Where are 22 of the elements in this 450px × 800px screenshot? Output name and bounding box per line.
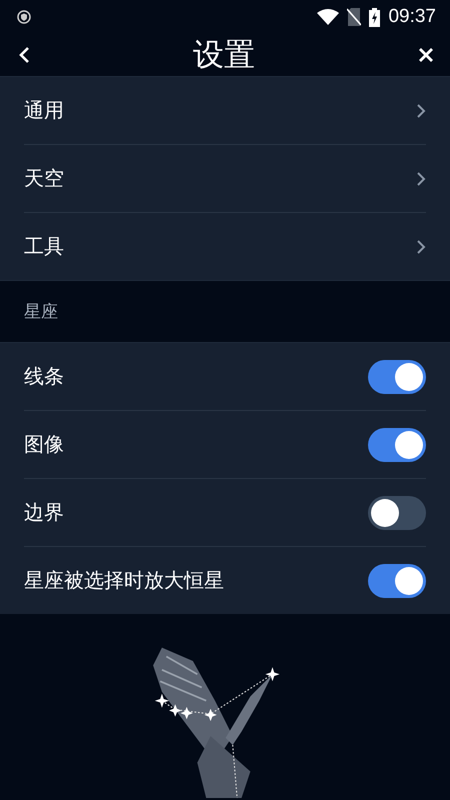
close-icon xyxy=(418,47,434,63)
menu-item[interactable]: 天空 xyxy=(24,145,426,213)
chevron-icon xyxy=(416,170,426,186)
wifi-icon xyxy=(317,9,340,25)
menu-item[interactable]: 工具 xyxy=(24,213,426,280)
shield-icon xyxy=(17,10,31,24)
no-sim-icon xyxy=(347,8,362,26)
chevron-icon xyxy=(416,238,426,254)
chevron-icon xyxy=(416,102,426,118)
setting-label: 图像 xyxy=(24,431,64,458)
page-title: 设置 xyxy=(193,36,255,75)
toggle-switch[interactable] xyxy=(368,496,426,530)
toggle-switch[interactable] xyxy=(368,428,426,462)
status-time: 09:37 xyxy=(388,6,436,28)
menu-item[interactable]: 通用 xyxy=(24,77,426,145)
battery-charging-icon xyxy=(369,8,380,26)
back-icon xyxy=(18,46,30,64)
toggle-switch[interactable] xyxy=(368,564,426,598)
toggle-switch[interactable] xyxy=(368,360,426,394)
setting-label: 边界 xyxy=(24,499,64,526)
setting-label: 星座被选择时放大恒星 xyxy=(24,567,224,594)
setting-label: 线条 xyxy=(24,363,64,390)
